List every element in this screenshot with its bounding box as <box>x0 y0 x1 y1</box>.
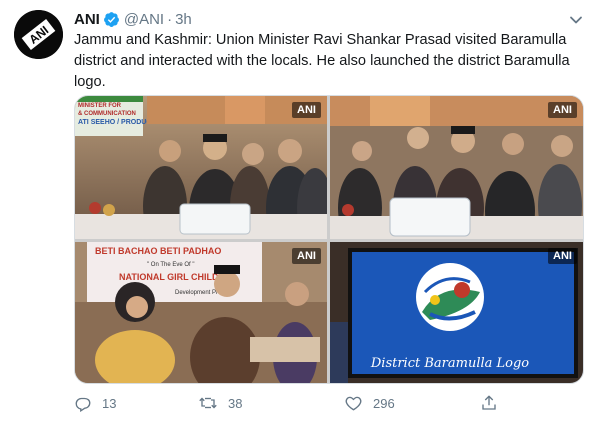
action-bar: 13 38 296 <box>74 391 514 415</box>
watermark: ANI <box>548 248 577 264</box>
ani-logo-icon: ANI <box>14 10 63 59</box>
reply-button[interactable]: 13 <box>74 391 116 415</box>
reply-icon <box>75 397 91 412</box>
photo-3[interactable]: BETI BACHAO BETI PADHAO " On The Eve Of … <box>75 242 327 383</box>
caret-down-icon[interactable] <box>569 12 583 24</box>
retweet-count: 38 <box>228 395 243 411</box>
share-icon <box>482 395 496 410</box>
media-grid: MINISTER FOR & COMMUNICATION ATI SEEHO /… <box>74 95 584 384</box>
photo-4[interactable]: District Baramulla Logo ANI <box>330 242 583 383</box>
author-name[interactable]: ANI <box>74 11 100 28</box>
tweet-header: ANI @ANI · 3h <box>74 9 192 29</box>
watermark: ANI <box>292 102 321 118</box>
retweet-button[interactable]: 38 <box>198 391 242 415</box>
svg-text:NATIONAL GIRL CHILD D: NATIONAL GIRL CHILD D <box>119 272 228 282</box>
like-icon <box>345 396 362 411</box>
tweet-text: Jammu and Kashmir: Union Minister Ravi S… <box>74 32 570 90</box>
logo-caption: District Baramulla Logo <box>370 356 529 371</box>
tweet: ANI ANI @ANI · 3h Jammu and Kashmir: Uni… <box>0 0 594 423</box>
svg-text:" On The Eve Of ": " On The Eve Of " <box>147 262 195 268</box>
author-handle[interactable]: @ANI <box>124 11 164 28</box>
retweet-icon <box>199 397 217 409</box>
avatar[interactable]: ANI <box>14 10 63 59</box>
svg-text:BETI BACHAO BETI PADHAO: BETI BACHAO BETI PADHAO <box>95 246 221 256</box>
svg-text:MINISTER FOR: MINISTER FOR <box>78 103 122 109</box>
photo-2[interactable]: ANI <box>330 96 583 239</box>
verified-badge-icon <box>103 11 120 28</box>
like-count: 296 <box>373 395 395 411</box>
watermark: ANI <box>292 248 321 264</box>
timestamp[interactable]: 3h <box>175 11 192 28</box>
reply-count: 13 <box>102 395 117 411</box>
svg-text:& COMMUNICATION: & COMMUNICATION <box>78 111 136 117</box>
svg-text:ATI SEEHO / PRODUC: ATI SEEHO / PRODUC <box>78 119 151 126</box>
watermark: ANI <box>548 102 577 118</box>
like-button[interactable]: 296 <box>344 391 395 415</box>
share-button[interactable] <box>480 391 508 415</box>
separator-dot: · <box>167 10 173 28</box>
photo-1[interactable]: MINISTER FOR & COMMUNICATION ATI SEEHO /… <box>75 96 327 239</box>
